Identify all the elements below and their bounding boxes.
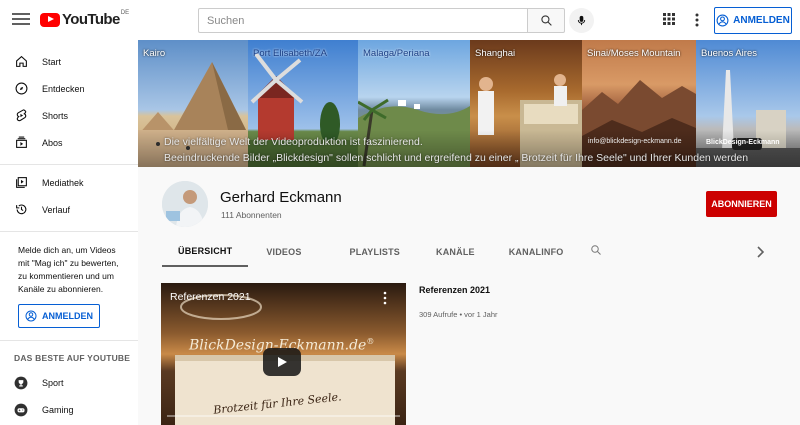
more-options-icon[interactable]	[382, 291, 388, 305]
sidebar-signin-button[interactable]: ANMELDEN	[18, 304, 100, 328]
play-button[interactable]	[263, 348, 301, 376]
tab-kanaele[interactable]: KANÄLE	[420, 237, 491, 267]
gaming-icon	[14, 403, 28, 417]
banner-location-label: Buenos Aires	[701, 48, 757, 59]
thumbnail-brand-reg: ®	[366, 337, 375, 346]
channel-search-icon[interactable]	[590, 243, 602, 261]
sidebar: Start Entdecken Shorts Abos Mediathek Ve…	[0, 40, 138, 425]
apps-icon[interactable]	[662, 12, 676, 26]
channel-tabs: ÜBERSICHT VIDEOS PLAYLISTS KANÄLE KANALI…	[162, 237, 602, 267]
sidebar-item-label: Verlauf	[42, 204, 71, 215]
sidebar-item-verlauf[interactable]: Verlauf	[0, 196, 138, 223]
signin-prompt-text: Melde dich an, um Videos mit "Mag ich" z…	[18, 245, 119, 294]
library-icon	[14, 176, 28, 190]
account-icon	[716, 14, 729, 27]
best-of-heading: DAS BESTE AUF YOUTUBE	[14, 353, 131, 363]
banner-location-label: Kairo	[143, 48, 166, 59]
youtube-play-logo-icon	[40, 12, 60, 27]
tab-kanalinfo[interactable]: KANALINFO	[493, 237, 580, 267]
thumbnail-title: Referenzen 2021	[170, 291, 251, 303]
microphone-icon	[577, 15, 586, 26]
country-code: DE	[120, 9, 130, 16]
banner-email: info@blickdesign-eckmann.de	[588, 138, 682, 145]
more-options-icon[interactable]	[692, 12, 702, 28]
tab-playlists[interactable]: PLAYLISTS	[334, 237, 416, 267]
sidebar-item-label: Shorts	[42, 110, 69, 121]
compass-icon	[14, 82, 28, 96]
sidebar-item-entdecken[interactable]: Entdecken	[0, 75, 138, 102]
channel-banner: Kairo Port Elisabeth/ZA Malaga/Periana S…	[138, 40, 800, 167]
tab-uebersicht[interactable]: ÜBERSICHT	[162, 237, 249, 267]
banner-tagline-1: Die vielfältige Welt der Videoproduktion…	[164, 136, 423, 148]
subscribe-button[interactable]: ABONNIEREN	[706, 191, 777, 217]
subscriber-count: 111 Abonnenten	[221, 210, 282, 220]
logo-text: YouTube	[62, 11, 120, 28]
sidebar-divider	[0, 231, 138, 232]
sidebar-item-label: Mediathek	[42, 177, 84, 188]
signin-button[interactable]: ANMELDEN	[714, 7, 792, 34]
tab-videos[interactable]: VIDEOS	[250, 237, 317, 267]
sidebar-item-label: Entdecken	[42, 83, 85, 94]
search-icon	[540, 15, 552, 26]
menu-icon[interactable]	[12, 10, 30, 28]
sidebar-divider	[0, 164, 138, 165]
trophy-icon	[14, 376, 28, 390]
sidebar-item-gaming[interactable]: Gaming	[0, 396, 138, 423]
signin-label: ANMELDEN	[42, 311, 93, 321]
subscriptions-icon	[14, 136, 28, 150]
sidebar-item-label: Sport	[42, 377, 64, 388]
channel-header: Gerhard Eckmann 111 Abonnenten ABONNIERE…	[138, 167, 800, 267]
video-title[interactable]: Referenzen 2021	[419, 285, 490, 295]
banner-location-label: Malaga/Periana	[363, 48, 430, 59]
home-icon	[14, 55, 28, 69]
sidebar-item-abos[interactable]: Abos	[0, 129, 138, 156]
voice-search-button[interactable]	[569, 8, 594, 33]
banner-location-label: Port Elisabeth/ZA	[253, 48, 327, 59]
avatar[interactable]	[162, 181, 208, 227]
sidebar-item-shorts[interactable]: Shorts	[0, 102, 138, 129]
sidebar-item-label: Gaming	[42, 404, 74, 415]
history-icon	[14, 203, 28, 217]
search-input[interactable]	[198, 8, 528, 33]
banner-brand: BlickDesign-Eckmann	[706, 139, 780, 146]
sidebar-item-label: Abos	[42, 137, 63, 148]
top-bar: YouTube DE ANMELDEN	[0, 0, 800, 40]
shorts-icon	[14, 109, 28, 123]
banner-tagline-2: Beeindruckende Bilder „Blickdesign" soll…	[164, 152, 749, 164]
channel-name: Gerhard Eckmann	[220, 189, 342, 206]
sidebar-item-mediathek[interactable]: Mediathek	[0, 169, 138, 196]
play-icon	[278, 357, 287, 367]
chevron-right-icon[interactable]	[756, 245, 765, 263]
search-button[interactable]	[527, 8, 565, 33]
video-metadata: 309 Aufrufe • vor 1 Jahr	[419, 310, 498, 319]
sidebar-item-sport[interactable]: Sport	[0, 369, 138, 396]
featured-video-player[interactable]: Referenzen 2021 BlickDesign-Eckmann.de® …	[161, 283, 406, 425]
sidebar-item-label: Start	[42, 56, 62, 67]
account-icon	[25, 310, 37, 322]
banner-location-label: Shanghai	[475, 48, 516, 59]
sidebar-item-start[interactable]: Start	[0, 48, 138, 75]
signin-label: ANMELDEN	[733, 15, 790, 26]
video-progress-bar[interactable]	[167, 415, 400, 417]
youtube-logo[interactable]: YouTube DE	[40, 9, 130, 28]
banner-location-label: Sinai/Moses Mountain	[587, 48, 681, 59]
channel-content: Referenzen 2021 BlickDesign-Eckmann.de® …	[138, 267, 800, 425]
